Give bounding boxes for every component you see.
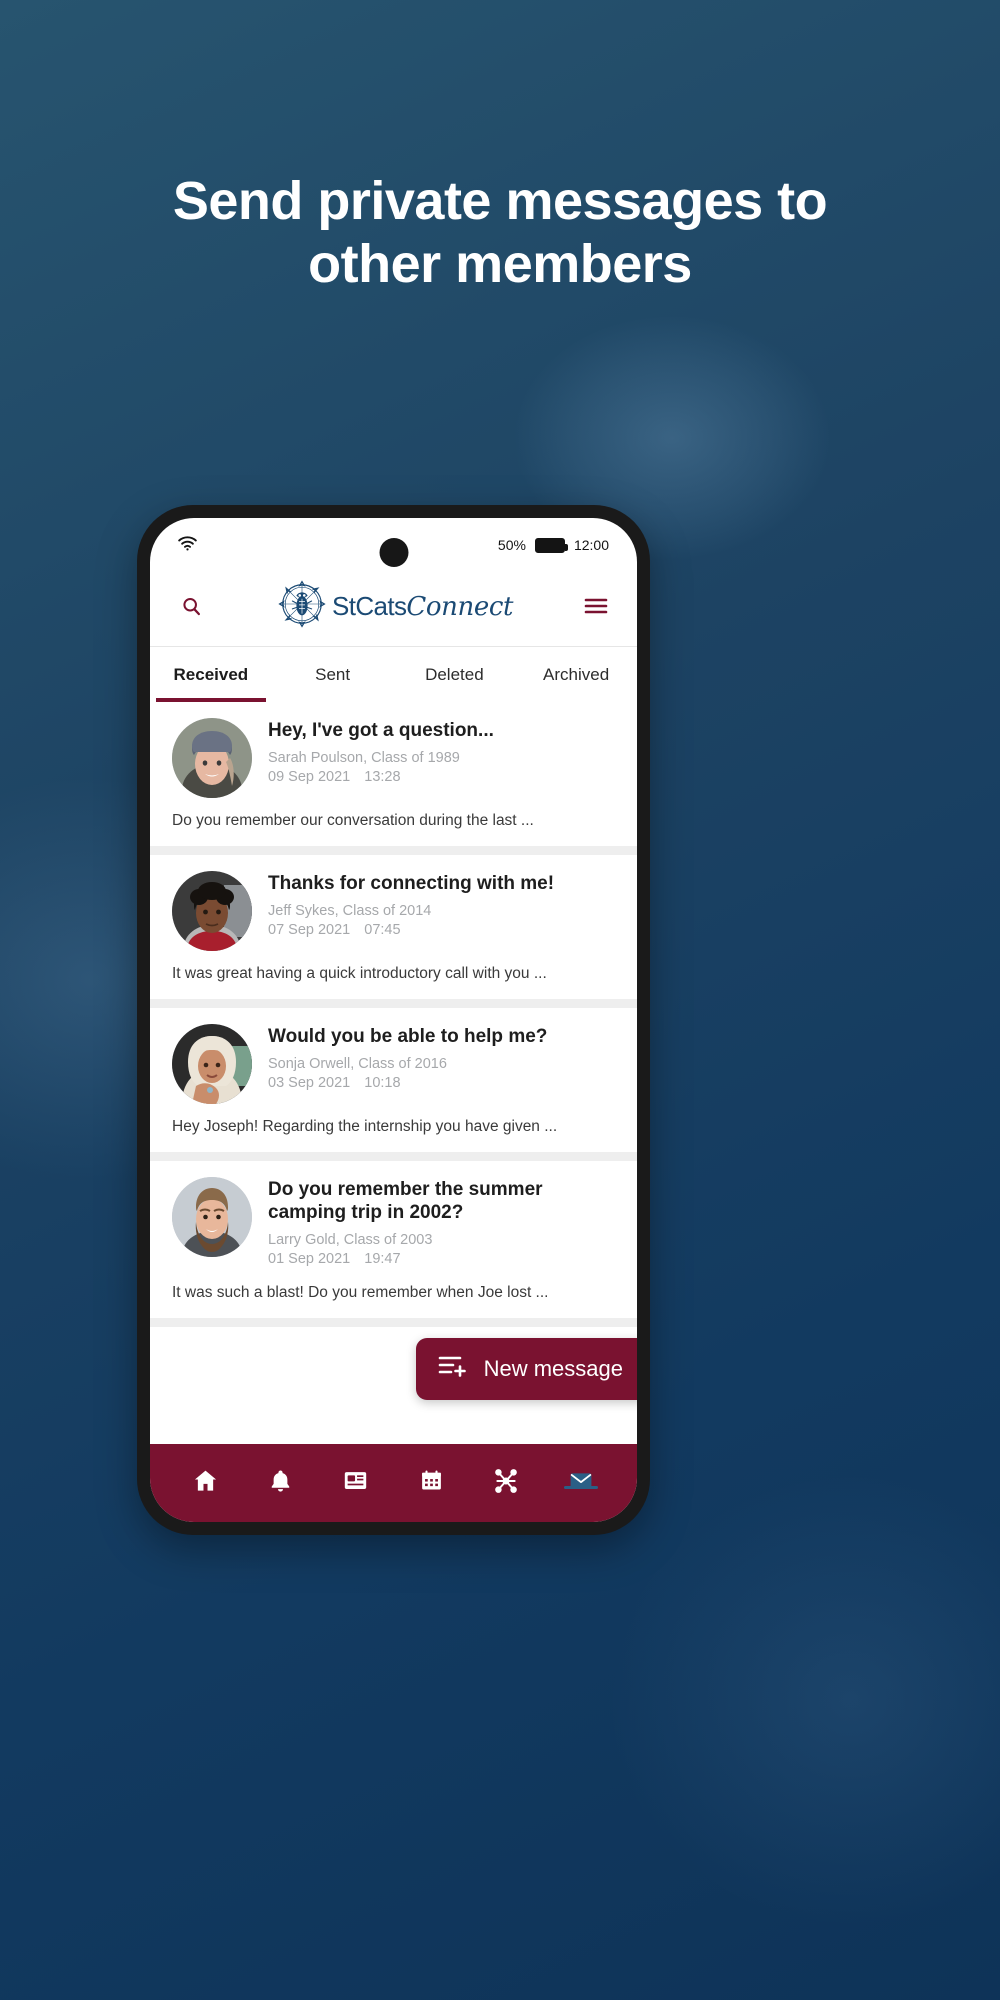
list-item[interactable]: Thanks for connecting with me! Jeff Syke… bbox=[150, 855, 637, 999]
wifi-icon bbox=[178, 536, 197, 554]
message-time-value: 07:45 bbox=[364, 922, 401, 939]
message-preview: It was great having a quick introductory… bbox=[172, 965, 547, 982]
bell-icon bbox=[268, 1468, 293, 1498]
front-camera-dot bbox=[379, 538, 408, 567]
message-preview: Do you remember our conversation during … bbox=[172, 812, 534, 829]
message-date-value: 07 Sep 2021 bbox=[268, 922, 351, 939]
avatar bbox=[172, 718, 252, 798]
calendar-icon bbox=[419, 1468, 444, 1498]
status-bar: 50% 12:00 bbox=[150, 518, 637, 567]
message-sender: Jeff Sykes, Class of 2014 bbox=[268, 902, 432, 919]
message-list: Hey, I've got a question... Sarah Poulso… bbox=[150, 702, 637, 1387]
tab-received[interactable]: Received bbox=[150, 647, 272, 702]
message-date-value: 03 Sep 2021 bbox=[268, 1075, 351, 1092]
new-message-button[interactable]: New message bbox=[415, 1338, 637, 1400]
message-folder-tabs[interactable]: Received Sent Deleted Archived bbox=[150, 646, 637, 702]
message-subject: Would you be able to help me? bbox=[268, 1026, 548, 1047]
app-logo-text: StCatsConnect bbox=[332, 593, 513, 620]
message-meta: Thanks for connecting with me! Jeff Syke… bbox=[268, 871, 615, 951]
tab-received-label: Received bbox=[173, 664, 249, 684]
app-logo-text-primary: StCats bbox=[331, 590, 407, 621]
message-subject: Hey, I've got a question... bbox=[268, 720, 494, 741]
message-date-value: 09 Sep 2021 bbox=[268, 769, 351, 786]
message-date: 09 Sep 2021 13:28 bbox=[268, 768, 615, 788]
app-logo-text-secondary: Connect bbox=[406, 591, 514, 622]
message-preview: Hey Joseph! Regarding the internship you… bbox=[172, 1118, 558, 1135]
tab-sent[interactable]: Sent bbox=[272, 647, 394, 702]
network-icon bbox=[493, 1468, 519, 1499]
messages-icon bbox=[568, 1468, 594, 1499]
phone-mockup: 50% 12:00 StCatsConnect Received Sent De… bbox=[137, 505, 650, 1535]
message-time-value: 19:47 bbox=[364, 1251, 401, 1268]
phone-screen: 50% 12:00 StCatsConnect Received Sent De… bbox=[150, 518, 637, 1522]
nav-messages[interactable] bbox=[544, 1468, 619, 1499]
message-meta: Hey, I've got a question... Sarah Poulso… bbox=[268, 718, 615, 798]
app-header: StCatsConnect bbox=[150, 566, 637, 646]
app-logo[interactable]: StCatsConnect bbox=[208, 576, 579, 637]
status-bar-right: 50% 12:00 bbox=[498, 537, 609, 553]
message-sender: Sonja Orwell, Class of 2016 bbox=[268, 1055, 447, 1072]
status-bar-left bbox=[178, 536, 197, 554]
message-header: Would you be able to help me? Sonja Orwe… bbox=[172, 1024, 615, 1104]
list-item[interactable]: Hey, I've got a question... Sarah Poulso… bbox=[150, 702, 637, 846]
message-preview: It was such a blast! Do you remember whe… bbox=[172, 1283, 549, 1301]
owl-crest-logo-icon bbox=[274, 576, 330, 637]
nav-calendar[interactable] bbox=[394, 1468, 469, 1498]
list-divider bbox=[150, 1152, 637, 1161]
battery-icon bbox=[534, 537, 568, 553]
message-time-value: 10:18 bbox=[364, 1075, 401, 1092]
message-meta: Would you be able to help me? Sonja Orwe… bbox=[268, 1024, 615, 1104]
message-date: 03 Sep 2021 10:18 bbox=[268, 1074, 615, 1094]
tab-sent-label: Sent bbox=[315, 664, 351, 684]
home-icon bbox=[192, 1467, 219, 1499]
avatar bbox=[172, 1024, 252, 1104]
new-message-icon bbox=[438, 1353, 468, 1385]
nav-home[interactable] bbox=[168, 1467, 243, 1499]
message-subject: Do you remember the summer camping trip … bbox=[268, 1179, 543, 1223]
message-meta: Do you remember the summer camping trip … bbox=[268, 1177, 615, 1270]
nav-notifications[interactable] bbox=[243, 1468, 318, 1498]
list-item[interactable]: Do you remember the summer camping trip … bbox=[150, 1161, 637, 1318]
avatar bbox=[172, 1177, 252, 1257]
status-bar-clock: 12:00 bbox=[573, 537, 609, 553]
avatar bbox=[172, 871, 252, 951]
message-date-value: 01 Sep 2021 bbox=[268, 1251, 351, 1268]
tab-archived-label: Archived bbox=[543, 664, 610, 684]
list-divider bbox=[150, 1317, 637, 1327]
message-date: 01 Sep 2021 19:47 bbox=[268, 1250, 615, 1270]
search-icon[interactable] bbox=[174, 589, 208, 623]
list-divider bbox=[150, 999, 637, 1008]
tab-deleted-label: Deleted bbox=[425, 664, 484, 684]
nav-network[interactable] bbox=[469, 1468, 544, 1499]
message-header: Thanks for connecting with me! Jeff Syke… bbox=[172, 871, 615, 951]
bottom-navigation[interactable] bbox=[150, 1444, 637, 1522]
news-icon bbox=[342, 1467, 369, 1499]
nav-news[interactable] bbox=[318, 1467, 393, 1499]
list-item[interactable]: Would you be able to help me? Sonja Orwe… bbox=[150, 1008, 637, 1152]
message-sender: Larry Gold, Class of 2003 bbox=[268, 1231, 433, 1248]
message-time-value: 13:28 bbox=[364, 769, 401, 786]
tab-archived[interactable]: Archived bbox=[515, 647, 637, 702]
message-sender: Sarah Poulson, Class of 1989 bbox=[268, 749, 460, 766]
message-header: Hey, I've got a question... Sarah Poulso… bbox=[172, 718, 615, 798]
message-date: 07 Sep 2021 07:45 bbox=[268, 921, 615, 941]
promo-headline: Send private messages to other members bbox=[172, 171, 828, 295]
hamburger-menu-icon[interactable] bbox=[579, 589, 613, 623]
new-message-label: New message bbox=[483, 1356, 623, 1381]
message-header: Do you remember the summer camping trip … bbox=[172, 1177, 615, 1270]
list-divider bbox=[150, 846, 637, 855]
tab-deleted[interactable]: Deleted bbox=[394, 647, 516, 702]
battery-percent-label: 50% bbox=[497, 537, 526, 553]
message-subject: Thanks for connecting with me! bbox=[268, 873, 555, 894]
